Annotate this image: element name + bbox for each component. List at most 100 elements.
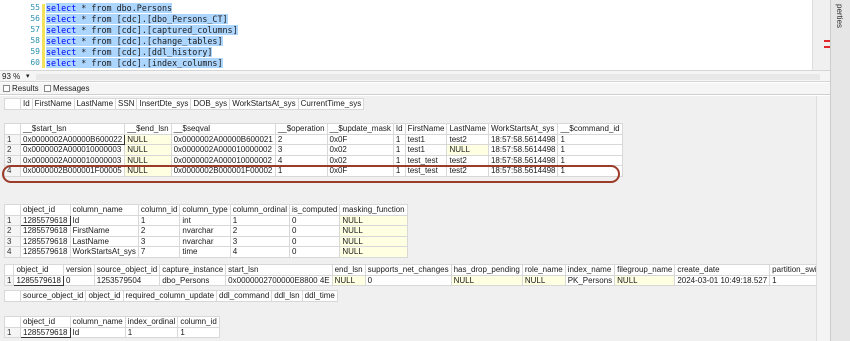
table-cell[interactable]: time xyxy=(179,246,231,258)
code-line[interactable]: select * from [cdc].[ddl_history] xyxy=(46,47,213,57)
table-row[interactable]: 1 1285579618 Id 1 1 xyxy=(4,326,220,338)
table-cell[interactable]: 0 xyxy=(364,274,452,286)
column-header[interactable]: version xyxy=(62,264,95,276)
table-cell[interactable]: 1 xyxy=(124,326,179,338)
properties-panel-tab[interactable]: perties xyxy=(830,0,850,341)
column-header[interactable]: end_lsn xyxy=(331,264,366,276)
table-cell[interactable]: nvarchar xyxy=(179,235,231,247)
column-header[interactable]: source_object_id xyxy=(93,264,161,276)
table-cell[interactable]: 0x0000002A000010000003 xyxy=(19,144,126,156)
table-cell[interactable]: 1 xyxy=(557,133,623,145)
column-header[interactable]: ddl_time xyxy=(301,290,338,302)
column-header[interactable]: column_name xyxy=(69,316,126,328)
column-header[interactable]: supports_net_changes xyxy=(364,264,452,276)
table-cell[interactable]: 4 xyxy=(229,246,291,258)
table-row[interactable]: 2 1285579618 FirstName 2 nvarchar 2 0 NU… xyxy=(4,225,408,237)
table-cell[interactable]: Id xyxy=(69,326,126,338)
column-header[interactable]: Id xyxy=(20,98,33,110)
table-cell[interactable]: 0x0000002700000E8800 4E xyxy=(225,274,333,286)
table-cell[interactable]: 2 xyxy=(137,225,181,237)
row-number[interactable]: 1 xyxy=(4,133,21,145)
table-cell[interactable]: LastName xyxy=(69,235,139,247)
column-header[interactable]: object_id xyxy=(20,316,71,328)
table-cell[interactable]: NULL xyxy=(339,214,408,226)
table-cell[interactable]: 2 xyxy=(274,133,328,145)
table-cell[interactable]: 1 xyxy=(229,214,291,226)
table-cell[interactable]: 1 xyxy=(392,154,406,166)
table-cell[interactable]: nvarchar xyxy=(179,225,231,237)
table-cell[interactable]: PK_Persons xyxy=(564,274,616,286)
chevron-down-icon[interactable]: ▾ xyxy=(26,72,30,80)
table-cell[interactable]: test2 xyxy=(446,133,489,145)
table-cell[interactable]: 1285579618 xyxy=(13,274,64,286)
column-header[interactable]: capture_instance xyxy=(159,264,227,276)
table-row[interactable]: 3 0x0000002A000010000003 NULL 0x0000002A… xyxy=(4,154,623,166)
table-row[interactable]: 1 0x0000002A00000B600022 NULL 0x0000002A… xyxy=(4,133,623,145)
column-header[interactable]: __$start_lsn xyxy=(19,123,126,135)
row-number[interactable]: 1 xyxy=(4,214,21,226)
table-cell[interactable]: 18:57:58.5614498 xyxy=(487,144,559,156)
column-header[interactable]: object_id xyxy=(13,264,64,276)
column-header[interactable]: CurrentTime_sys xyxy=(297,98,365,110)
table-cell[interactable]: NULL xyxy=(124,144,172,156)
table-cell[interactable]: test2 xyxy=(446,154,489,166)
editor-scrollbar[interactable] xyxy=(812,0,830,70)
table-cell[interactable]: 2024-03-01 10:49:18.527 xyxy=(674,274,771,286)
table-cell[interactable]: 0 xyxy=(62,274,95,286)
table-cell[interactable]: NULL xyxy=(124,133,172,145)
table-cell[interactable]: NULL xyxy=(450,274,523,286)
code-line[interactable]: select * from [cdc].[captured_columns] xyxy=(46,25,238,35)
row-number[interactable]: 3 xyxy=(4,235,21,247)
table-cell[interactable]: 1253579504 xyxy=(93,274,161,286)
column-header[interactable]: object_id xyxy=(85,290,124,302)
table-cell[interactable]: 2 xyxy=(229,225,291,237)
column-header[interactable]: role_name xyxy=(521,264,566,276)
column-header[interactable]: start_lsn xyxy=(225,264,333,276)
row-number[interactable]: 1 xyxy=(4,326,21,338)
column-header[interactable]: WorkStartsAt_sys xyxy=(487,123,559,135)
table-cell[interactable]: test_test xyxy=(404,154,448,166)
column-header[interactable]: ddl_lsn xyxy=(271,290,303,302)
column-header[interactable]: __$command_id xyxy=(557,123,623,135)
table-cell[interactable]: 0x0000002A000010000002 xyxy=(170,144,276,156)
table-cell[interactable]: NULL xyxy=(124,154,172,166)
table-cell[interactable]: 0 xyxy=(289,235,341,247)
column-header[interactable]: DOB_sys xyxy=(190,98,231,110)
tab-results[interactable]: Results xyxy=(3,84,39,93)
column-header[interactable]: WorkStartsAt_sys xyxy=(229,98,299,110)
column-header[interactable]: SSN xyxy=(115,98,138,110)
table-cell[interactable]: 7 xyxy=(137,246,181,258)
table-cell[interactable]: 1 xyxy=(392,144,406,156)
query-editor[interactable]: 55 56 57 58 59 60 select * from dbo.Pers… xyxy=(0,0,830,70)
table-cell[interactable]: 3 xyxy=(137,235,181,247)
table-cell[interactable]: 1285579618 xyxy=(20,326,71,338)
tab-messages[interactable]: Messages xyxy=(44,84,89,93)
table-cell[interactable]: 1285579618 xyxy=(20,235,71,247)
code-line[interactable]: select * from [cdc].[dbo_Persons_CT] xyxy=(46,14,228,24)
row-number[interactable]: 4 xyxy=(4,246,21,258)
table-cell[interactable]: test1 xyxy=(404,133,448,145)
table-cell[interactable]: 0 xyxy=(289,214,341,226)
horizontal-scrollbar[interactable] xyxy=(36,74,820,80)
column-header[interactable]: filegroup_name xyxy=(614,264,676,276)
table-cell[interactable]: dbo_Persons xyxy=(159,274,227,286)
column-header[interactable]: Id xyxy=(392,123,406,135)
table-row[interactable]: 2 0x0000002A000010000003 NULL 0x0000002A… xyxy=(4,144,623,156)
column-header[interactable]: __$seqval xyxy=(170,123,276,135)
table-cell[interactable]: 0x02 xyxy=(326,144,394,156)
column-header[interactable]: is_computed xyxy=(289,204,341,216)
code-line[interactable]: select * from [cdc].[index_columns] xyxy=(46,58,223,68)
column-header[interactable]: masking_function xyxy=(339,204,408,216)
table-cell[interactable]: 1 xyxy=(177,326,220,338)
table-cell[interactable]: NULL xyxy=(446,144,489,156)
table-cell[interactable]: 3 xyxy=(274,144,328,156)
table-cell[interactable]: 0x0F xyxy=(326,133,394,145)
table-row[interactable]: 4 1285579618 WorkStartsAt_sys 7 time 4 0… xyxy=(4,246,408,258)
zoom-level[interactable]: 93 % xyxy=(2,72,20,81)
column-header[interactable]: ddl_command xyxy=(216,290,273,302)
table-cell[interactable]: NULL xyxy=(331,274,366,286)
table-cell[interactable]: test1 xyxy=(404,144,448,156)
table-cell[interactable]: NULL xyxy=(614,274,676,286)
table-cell[interactable]: 1 xyxy=(557,144,623,156)
table-cell[interactable]: 0x0000002A00000B600021 xyxy=(170,133,276,145)
